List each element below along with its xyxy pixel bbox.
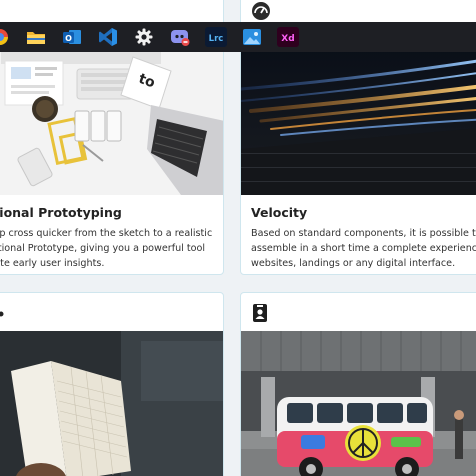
discord-icon (170, 27, 190, 47)
card-text-line: functional Prototype, giving you a power… (0, 243, 206, 254)
card-image-light-trails (241, 49, 476, 195)
card-text-line: assemble in a short time a complete expe… (251, 243, 476, 254)
taskbar-file-explorer[interactable] (18, 22, 54, 52)
workspace-photo: to (0, 49, 223, 195)
dot-icon (0, 305, 5, 317)
card-description: tstrap cross quicker from the sketch to … (0, 226, 213, 271)
card-image-workspace: to (0, 49, 223, 195)
photos-icon (242, 28, 262, 46)
lrc-letters: Lrc (209, 34, 224, 44)
light-trails-photo (241, 49, 476, 195)
card-notebook (0, 292, 224, 476)
taskbar-discord[interactable] (162, 22, 198, 52)
taskbar-adobe-xd[interactable]: Xd (270, 22, 306, 52)
card-body: nctional Prototyping tstrap cross quicke… (0, 205, 223, 271)
card-text-line: alidate early user insights. (0, 258, 105, 269)
outlook-icon: O (62, 28, 82, 46)
card-text-line: tstrap cross quicker from the sketch to … (0, 228, 213, 239)
van-photo (241, 331, 476, 476)
file-explorer-icon (26, 29, 46, 45)
card-text-line: Based on standard components, it is poss… (251, 228, 476, 239)
adobe-xd-icon: Xd (277, 27, 299, 47)
speedometer-icon (251, 1, 271, 21)
card-image-notebook (0, 331, 223, 476)
card-body: Velocity Based on standard components, i… (241, 205, 476, 271)
card-title: Velocity (251, 205, 308, 220)
taskbar-vscode[interactable] (90, 22, 126, 52)
page: to onal Prototyping tstrap cross quicker… (0, 0, 476, 476)
xd-letters: Xd (281, 34, 294, 44)
card-hippie-van (240, 292, 476, 476)
taskbar-photos[interactable] (234, 22, 270, 52)
card-description: Based on standard components, it is poss… (251, 226, 476, 271)
id-badge-icon (251, 303, 269, 323)
taskbar-lightroom-classic[interactable]: Lrc (198, 22, 234, 52)
taskbar: O Lrc Xd (0, 22, 476, 52)
taskbar-chrome[interactable] (0, 22, 18, 52)
outlook-letter: O (65, 34, 72, 43)
lightroom-classic-icon: Lrc (205, 27, 227, 47)
taskbar-outlook[interactable]: O (54, 22, 90, 52)
vscode-icon (98, 27, 118, 47)
taskbar-settings[interactable] (126, 22, 162, 52)
card-text-line: websites, landings or any digital interf… (251, 258, 456, 269)
settings-gear-icon (135, 28, 153, 46)
notebook-photo (0, 331, 223, 476)
card-image-van (241, 331, 476, 476)
chrome-icon (0, 27, 12, 47)
card-title: nctional Prototyping (0, 205, 122, 220)
